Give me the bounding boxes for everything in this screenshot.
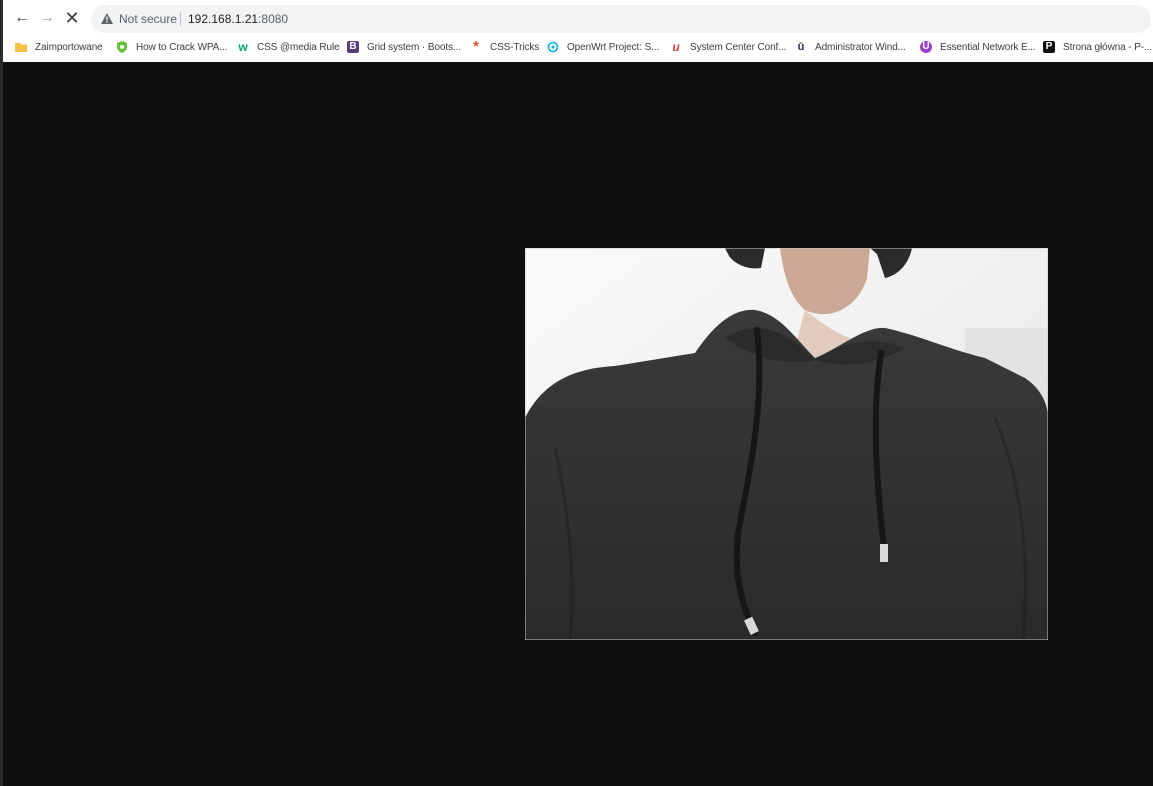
purple-u-icon: U (920, 41, 932, 53)
bookmark-item[interactable]: U Essential Network E... (920, 38, 1036, 56)
bookmark-label: Zaimportowane (35, 41, 103, 53)
security-status-label[interactable]: Not secure (119, 12, 177, 26)
red-u-icon: u (672, 40, 680, 54)
bookmark-label: OpenWrt Project: S... (567, 41, 660, 53)
folder-icon (15, 43, 27, 52)
address-bar[interactable]: Not secure 192.168.1.21:8080 (91, 5, 1151, 33)
bookmark-label: Strona główna - P-... (1063, 41, 1153, 53)
url-text[interactable]: 192.168.1.21:8080 (188, 12, 288, 26)
p-square-icon: P (1043, 41, 1055, 53)
openwrt-icon (547, 41, 559, 53)
page-viewport (3, 62, 1153, 786)
bookmark-label: CSS-Tricks (490, 41, 540, 53)
bookmark-item[interactable]: OpenWrt Project: S... (547, 38, 659, 56)
omnibox-divider (180, 12, 181, 26)
bookmark-item[interactable]: B Grid system · Boots... (347, 38, 461, 56)
green-shield-icon (117, 41, 127, 53)
webcam-frame-image (525, 248, 1048, 640)
w3schools-icon: w (238, 40, 248, 54)
webcam-video-stream[interactable] (525, 248, 1048, 640)
u-badge-icon: ū (797, 41, 805, 53)
bootstrap-icon: B (347, 41, 359, 53)
browser-toolbar: ← → ✕ Not secure 192.168.1.21:8080 (3, 2, 1153, 36)
bookmark-label: System Center Conf... (690, 41, 787, 53)
bookmark-item[interactable]: * CSS-Tricks (470, 38, 539, 56)
stop-loading-icon[interactable]: ✕ (61, 7, 83, 29)
bookmarks-bar: Zaimportowane How to Crack WPA... w CSS … (3, 36, 1153, 58)
bookmark-item[interactable]: Zaimportowane (15, 38, 103, 56)
bookmark-item[interactable]: P Strona główna - P-... (1043, 38, 1152, 56)
url-port: :8080 (258, 12, 289, 26)
bookmark-label: Grid system · Boots... (367, 41, 461, 53)
bookmark-label: How to Crack WPA... (136, 41, 228, 53)
bookmark-label: Administrator Wind... (815, 41, 906, 53)
browser-chrome: ← → ✕ Not secure 192.168.1.21:8080 Zaimp… (3, 0, 1153, 62)
bookmark-label: CSS @media Rule (257, 41, 340, 53)
asterisk-icon: * (473, 38, 479, 55)
warning-icon[interactable] (101, 13, 113, 24)
bookmark-item[interactable]: How to Crack WPA... (116, 38, 227, 56)
bookmark-item[interactable]: u System Center Conf... (670, 38, 786, 56)
forward-arrow-icon[interactable]: → (36, 7, 58, 29)
bookmark-item[interactable]: w CSS @media Rule (237, 38, 340, 56)
back-arrow-icon[interactable]: ← (11, 7, 33, 29)
url-host: 192.168.1.21 (188, 12, 259, 26)
bookmark-item[interactable]: ū Administrator Wind... (795, 38, 906, 56)
bookmark-label: Essential Network E... (940, 41, 1036, 53)
